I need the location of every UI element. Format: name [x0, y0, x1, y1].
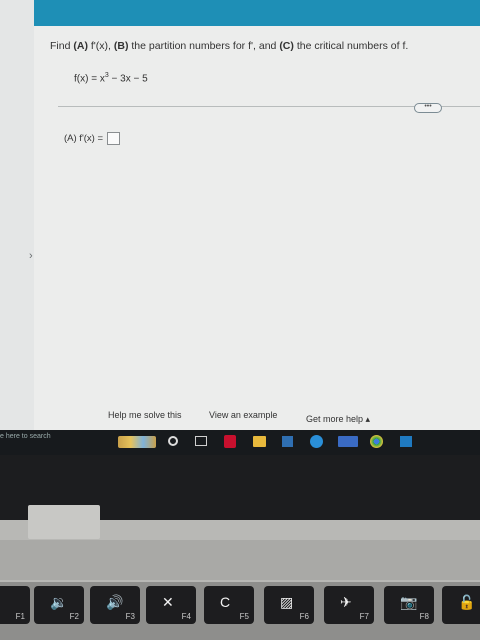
function-definition: f(x) = x3 − 3x − 5	[74, 72, 148, 84]
mail-icon[interactable]	[338, 436, 358, 447]
key-f4[interactable]: ✕ F4	[146, 586, 196, 624]
answer-a-input[interactable]	[106, 132, 120, 145]
part-b-label: (B)	[113, 40, 129, 52]
mic-mute-icon: ✕	[162, 594, 174, 610]
camera-off-icon: 📷	[400, 594, 418, 610]
part-b-text: the partition numbers for f', and	[131, 40, 277, 52]
lock-icon: 🔓	[458, 594, 476, 610]
function-rhs: − 3x − 5	[108, 73, 148, 85]
file-explorer-icon[interactable]	[253, 436, 266, 447]
key-f2[interactable]: 🔉 F2	[34, 586, 84, 624]
browser-top-bar	[34, 0, 480, 26]
volume-down-icon: 🔉	[50, 594, 68, 610]
hinge-block	[28, 505, 100, 539]
left-panel	[0, 0, 34, 430]
airplane-mode-icon: ✈	[340, 594, 352, 610]
key-f6[interactable]: ▨ F6	[264, 586, 314, 624]
task-view-icon[interactable]	[195, 436, 207, 446]
key-f4-label: F4	[181, 612, 191, 621]
help-me-solve-link[interactable]: Help me solve this	[108, 410, 182, 420]
key-f2-label: F2	[69, 612, 79, 621]
part-a-text: f'(x),	[90, 40, 111, 52]
key-f1[interactable]: F1	[0, 586, 30, 624]
part-c-label: (C)	[279, 40, 294, 52]
question-text: Find (A) f'(x), (B) the partition number…	[50, 40, 408, 52]
windows-taskbar: e here to search	[0, 430, 480, 455]
function-key-row: F1 🔉 F2 🔊 F3 ✕ F4 C F5 ▨ F6 ✈ F7 📷 F8 🔓	[0, 582, 480, 640]
key-f8[interactable]: 📷 F8	[384, 586, 434, 624]
photos-icon[interactable]	[400, 436, 412, 447]
key-f6-label: F6	[299, 612, 309, 621]
expand-chevron-icon[interactable]: ›	[29, 250, 33, 262]
taskbar-search-box[interactable]: e here to search	[0, 433, 51, 440]
key-f7-label: F7	[359, 612, 369, 621]
screen: › Find (A) f'(x), (B) the partition numb…	[0, 0, 480, 455]
part-a-label: (A)	[73, 40, 88, 52]
view-example-link[interactable]: View an example	[209, 410, 277, 420]
edge-icon[interactable]	[310, 435, 323, 448]
key-lock[interactable]: 🔓	[442, 586, 480, 624]
laptop-hinge	[0, 540, 480, 580]
key-f5[interactable]: C F5	[204, 586, 254, 624]
key-f3[interactable]: 🔊 F3	[90, 586, 140, 624]
function-lhs: f(x) = x	[74, 73, 105, 85]
refresh-icon: C	[220, 594, 231, 610]
part-c-text: the critical numbers of f.	[296, 40, 409, 52]
touchpad-icon: ▨	[280, 594, 294, 610]
key-f8-label: F8	[419, 612, 429, 621]
answer-a-label: (A) f'(x) =	[64, 133, 104, 145]
question-panel: Find (A) f'(x), (B) the partition number…	[34, 26, 480, 430]
store-icon[interactable]	[282, 436, 293, 447]
cortana-icon[interactable]	[168, 436, 178, 446]
more-options-button[interactable]: •••	[414, 103, 442, 113]
key-f5-label: F5	[239, 612, 249, 621]
find-word: Find	[50, 40, 71, 52]
taskbar-widget-icon[interactable]	[118, 436, 156, 448]
key-f3-label: F3	[125, 612, 135, 621]
mcafee-icon[interactable]	[224, 435, 236, 448]
key-f1-label: F1	[15, 612, 25, 621]
volume-up-icon: 🔊	[106, 594, 124, 610]
chrome-icon[interactable]	[370, 435, 383, 448]
key-f7[interactable]: ✈ F7	[324, 586, 374, 624]
get-more-help-link[interactable]: Get more help ▴	[306, 414, 370, 425]
answer-a-row: (A) f'(x) =	[64, 132, 120, 145]
